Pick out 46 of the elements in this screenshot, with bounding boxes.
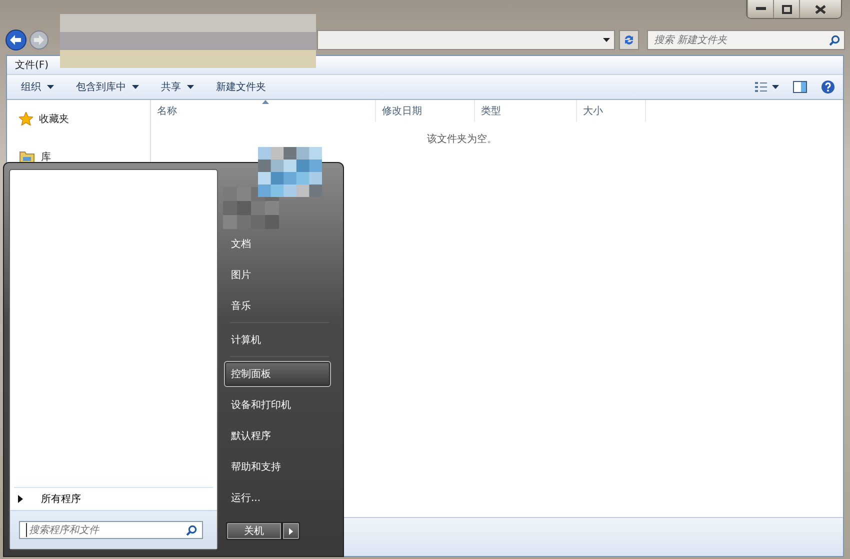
menu-item[interactable]: 文件(F) <box>11 58 53 72</box>
back-button[interactable] <box>5 29 27 51</box>
start-menu-item[interactable]: 图片 <box>224 262 331 288</box>
close-icon <box>815 4 826 14</box>
start-menu-item[interactable]: 文档 <box>224 231 331 257</box>
all-programs-item[interactable]: 所有程序 <box>41 492 81 506</box>
start-menu-item[interactable]: 控制面板 <box>224 361 331 387</box>
start-menu-item[interactable]: 计算机 <box>224 327 331 353</box>
view-options-icon[interactable] <box>755 82 779 92</box>
start-menu-item[interactable]: 设备和打印机 <box>224 392 331 418</box>
search-icon <box>829 34 840 46</box>
search-field[interactable]: 搜索 新建文件夹 <box>647 30 845 50</box>
toolbar-button[interactable]: 组织 <box>13 77 62 97</box>
search-icon <box>186 524 197 536</box>
minimize-icon <box>756 7 766 11</box>
empty-folder-message: 该文件夹为空。 <box>427 134 497 145</box>
folder-icon <box>19 150 35 164</box>
start-menu-item[interactable]: 默认程序 <box>224 423 331 449</box>
close-button[interactable] <box>799 0 841 18</box>
refresh-icon <box>623 34 635 46</box>
address-field[interactable] <box>317 30 615 50</box>
search-field[interactable]: 搜索程序和文件 <box>19 521 203 539</box>
shutdown-button[interactable]: 关机 <box>226 522 282 540</box>
column-header[interactable]: 名称 <box>157 104 177 118</box>
column-header[interactable]: 类型 <box>481 104 501 118</box>
nav-item[interactable]: 收藏夹 <box>39 112 69 126</box>
caret-icon <box>289 528 293 534</box>
nav-item[interactable]: 库 <box>41 150 51 164</box>
minimize-button[interactable] <box>747 0 773 18</box>
maximize-button[interactable] <box>773 0 799 18</box>
toolbar-button[interactable]: 共享 <box>153 77 202 97</box>
start-menu-item[interactable]: 帮助和支持 <box>224 454 331 480</box>
toolbar-button[interactable]: 新建文件夹 <box>208 77 274 97</box>
preview-pane-icon[interactable] <box>793 81 807 93</box>
help-icon[interactable] <box>821 80 835 94</box>
start-menu-item[interactable]: 运行... <box>224 485 331 511</box>
start-menu-item[interactable]: 音乐 <box>224 293 331 319</box>
maximize-icon <box>782 4 792 14</box>
shutdown-options-button[interactable] <box>282 522 300 540</box>
star-icon <box>19 112 33 126</box>
column-header[interactable]: 大小 <box>583 104 603 118</box>
expand-arrow-icon <box>18 495 23 503</box>
column-header[interactable]: 修改日期 <box>382 104 422 118</box>
toolbar-button[interactable]: 包含到库中 <box>68 77 147 97</box>
refresh-button[interactable] <box>619 30 639 50</box>
caret-icon <box>603 38 610 42</box>
